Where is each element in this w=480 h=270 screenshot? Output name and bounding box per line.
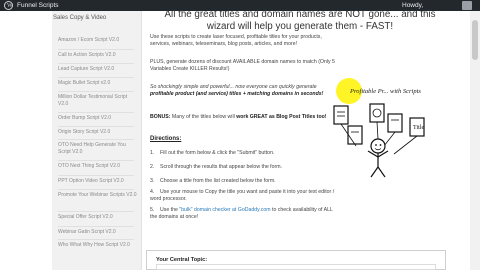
directions-title: Directions: [150,136,182,142]
direction-item-3: 3. Choose a title from the list created b… [150,178,276,184]
svg-text:Title: Title [413,125,424,131]
topic-label: Your Central Topic: [156,257,208,263]
scrollbar-thumb[interactable] [472,20,478,60]
sidebar-divider [58,139,134,140]
intro-paragraph: Use these scripts to create laser focuse… [150,34,322,47]
sidebar-item[interactable]: Call to Action Scripts V2.0 [58,52,138,59]
sidebar-item[interactable]: Promote Your Webinar Scripts V2.0 [58,192,138,199]
sidebar-divider [58,160,134,161]
bonus-paragraph: BONUS: Many of the titles below will wor… [150,114,336,121]
sidebar-item[interactable]: OTO Next Thing Script V2.0 [58,163,138,170]
sidebar-item[interactable]: Origin Story Script V2.0 [58,129,138,136]
sidebar-divider [58,189,134,190]
sidebar-item[interactable]: Magic Bullet Script v2.0 [58,80,138,87]
sidebar-divider [58,49,134,50]
stick-figure-illustration: Title [333,103,425,178]
left-gutter [0,11,52,270]
site-name-link[interactable]: Funnel Scripts [17,1,59,10]
sidebar-divider [58,226,134,227]
sidebar-divider [58,63,134,64]
sidebar-heading: Sales Copy & Video [53,15,107,21]
direction-item-4: 4. Use your mouse to Copy the title you w… [150,189,335,202]
page-headline: All the great titles and domain names ar… [164,9,436,32]
sidebar-item[interactable]: Amazon / Ecom Script V2.0 [58,37,138,44]
sidebar-item[interactable]: Webinar Gatin Script V2.0 [58,229,138,236]
sidebar-item[interactable]: Special Offer Script V2.0 [58,214,138,221]
bonus-label: BONUS: [150,114,171,120]
simple-paragraph: So shockingly simple and powerful... now… [150,84,336,97]
godaddy-link[interactable]: "bulk" domain checker at GoDaddy.com [179,207,270,213]
topic-input[interactable] [156,264,436,270]
sidebar-divider [58,211,134,212]
wordpress-logo-icon[interactable]: W [4,1,13,10]
sidebar-divider [58,175,134,176]
sidebar-item[interactable]: Million Dollar Testimonial Script V2.0 [58,94,138,108]
sidebar-divider [58,239,134,240]
sidebar-item[interactable]: Who What Why How Script V2.0 [58,242,138,249]
direction-item-2: 2. Scroll through the results that appear… [150,164,282,170]
simple-paragraph-lead: So shockingly simple and powerful... now… [150,84,317,90]
direction-item-5: 5. Use the "bulk" domain checker at GoDad… [150,207,333,220]
sidebar-item[interactable]: Lead Capture Script V2.0 [58,66,138,73]
sidebar-divider [58,112,134,113]
bonus-text: Many of the titles below will [170,114,237,120]
sidebar-item[interactable]: OTO Need Help Generate You Script V2.0 [58,142,138,156]
avatar[interactable] [462,1,472,10]
simple-paragraph-bold: profitable product (and service) titles … [150,90,324,97]
illustration-caption: Profitable Pr... with Scripts [350,88,421,95]
sidebar-item[interactable]: PPT Option Video Script V2.0 [58,178,138,185]
sidebar-divider [58,126,134,127]
sidebar-divider [58,77,134,78]
direction-item-1: 1. Fill out the form below & click the "S… [150,150,275,156]
sidebar-item[interactable]: Order Bump Script V2.0 [58,115,138,122]
bonus-bold: work GREAT as Blog Post Titles too! [236,114,327,120]
plus-paragraph: PLUS, generate dozens of discount AVAILA… [150,59,335,72]
sidebar-divider [58,91,134,92]
